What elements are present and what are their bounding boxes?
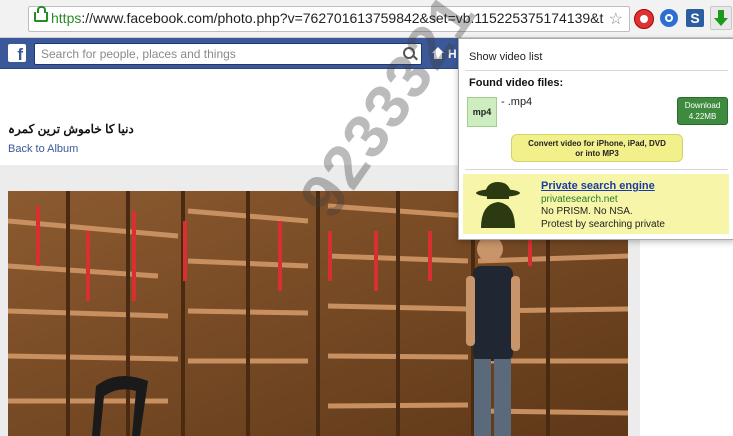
convert-label-line2: or into MP3 [575, 149, 619, 158]
ad-text-line1: No PRISM. No NSA. [541, 206, 633, 217]
record-icon[interactable] [634, 9, 654, 29]
video-downloader-popup: Show video list Found video files: mp4 -… [458, 38, 733, 240]
back-to-album-link[interactable]: Back to Album [8, 143, 78, 155]
ad-domain: privatesearch.net [541, 194, 618, 205]
url-text[interactable]: https://www.facebook.com/photo.php?v=762… [51, 10, 606, 26]
download-button[interactable]: Download 4.22MB [677, 97, 728, 125]
download-arrow-icon[interactable] [710, 6, 732, 30]
bookmark-star-icon[interactable]: ☆ [609, 9, 623, 29]
facebook-logo-icon[interactable]: f [8, 44, 26, 62]
ad-title-link[interactable]: Private search engine [541, 180, 655, 192]
show-video-list-link[interactable]: Show video list [469, 51, 542, 63]
search-input[interactable]: Search for people, places and things [34, 43, 422, 65]
mp4-file-icon: mp4 [467, 97, 497, 127]
browser-toolbar: https://www.facebook.com/photo.php?v=762… [0, 0, 733, 38]
found-files-heading: Found video files: [469, 77, 564, 89]
convert-video-button[interactable]: Convert video for iPhone, iPad, DVD or i… [511, 134, 683, 162]
download-button-size: 4.22MB [688, 112, 717, 121]
photo-title: دنیا کا خاموش ترین کمرہ [8, 122, 134, 136]
video-file-name: - .mp4 [501, 96, 533, 108]
divider [465, 169, 728, 170]
sync-icon[interactable] [660, 9, 678, 27]
divider [465, 70, 728, 71]
s-icon[interactable]: S [686, 9, 704, 27]
search-placeholder: Search for people, places and things [41, 47, 236, 61]
private-search-ad[interactable]: Private search engine privatesearch.net … [463, 174, 729, 234]
ad-text-line2: Protest by searching private [541, 219, 665, 230]
spy-icon [476, 182, 520, 228]
address-bar[interactable]: https://www.facebook.com/photo.php?v=762… [28, 6, 630, 32]
lock-icon [34, 6, 48, 22]
convert-label-line1: Convert video for iPhone, iPad, DVD [528, 139, 666, 148]
download-button-label: Download [684, 101, 721, 110]
url-path: ://www.facebook.com/photo.php?v=76270161… [81, 10, 604, 26]
url-scheme: https [51, 10, 82, 26]
